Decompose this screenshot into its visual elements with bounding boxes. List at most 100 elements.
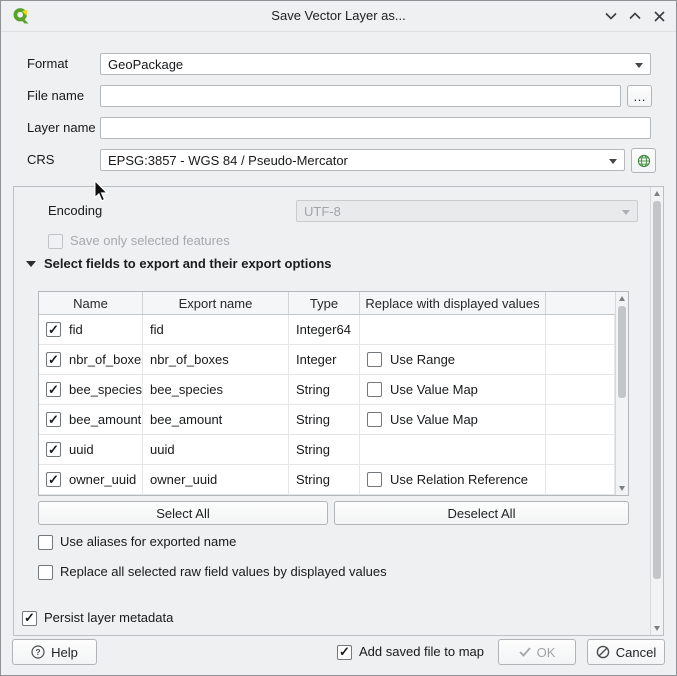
field-type-cell: Integer [289, 345, 360, 374]
field-export-name-cell[interactable]: uuid [143, 435, 289, 464]
add-to-map-label: Add saved file to map [359, 644, 484, 660]
field-name-cell: owner_uuid [39, 465, 143, 494]
replace-option-label: Use Range [390, 352, 455, 367]
window-maximize-button[interactable] [626, 8, 644, 24]
browse-button[interactable]: … [627, 85, 652, 107]
replace-option-checkbox[interactable] [367, 352, 382, 367]
chevron-up-icon [629, 12, 641, 20]
field-name-label: bee_species [69, 382, 142, 397]
field-name-cell: nbr_of_boxes [39, 345, 143, 374]
add-to-map-checkbox[interactable] [337, 645, 352, 660]
cancel-button[interactable]: Cancel [587, 639, 665, 665]
column-header-name[interactable]: Name [39, 292, 143, 314]
field-replace-cell: Use Value Map [360, 405, 546, 434]
replace-raw-checkbox[interactable] [38, 565, 53, 580]
table-row: nbr_of_boxesnbr_of_boxesIntegerUse Range [39, 345, 615, 375]
options-scrollbar[interactable] [650, 187, 663, 635]
replace-option-label: Use Value Map [390, 412, 478, 427]
save-only-selected-checkbox [48, 234, 63, 249]
scroll-up-icon[interactable] [619, 296, 625, 301]
replace-option-checkbox[interactable] [367, 472, 382, 487]
crs-picker-button[interactable] [631, 148, 656, 173]
use-aliases-label: Use aliases for exported name [60, 534, 236, 550]
field-type-cell: String [289, 375, 360, 404]
format-value: GeoPackage [108, 57, 183, 72]
field-checkbox[interactable] [46, 442, 61, 457]
field-name-label: uuid [69, 442, 94, 457]
use-aliases-checkbox[interactable] [38, 535, 53, 550]
fields-table-header: Name Export name Type Replace with displ… [39, 292, 615, 315]
options-scrollbar-thumb[interactable] [653, 201, 661, 579]
field-replace-cell [360, 315, 546, 344]
column-header-type[interactable]: Type [289, 292, 360, 314]
layer-name-input[interactable] [100, 117, 651, 139]
field-name-label: owner_uuid [69, 472, 136, 487]
format-combo[interactable]: GeoPackage [100, 53, 651, 75]
column-header-export-name[interactable]: Export name [143, 292, 289, 314]
svg-text:?: ? [36, 647, 41, 657]
deselect-all-button[interactable]: Deselect All [334, 501, 629, 525]
fields-section-header[interactable]: Select fields to export and their export… [26, 256, 332, 271]
select-all-button[interactable]: Select All [38, 501, 328, 525]
field-name-cell: bee_species [39, 375, 143, 404]
field-filler-cell [546, 315, 615, 344]
table-row: bee_amountbee_amountStringUse Value Map [39, 405, 615, 435]
field-name-label: nbr_of_boxes [69, 352, 143, 367]
cancel-icon [596, 645, 610, 659]
file-name-input[interactable] [100, 85, 621, 107]
window-minimize-button[interactable] [602, 8, 620, 24]
field-name-label: bee_amount [69, 412, 141, 427]
chevron-down-icon [622, 210, 630, 215]
field-checkbox[interactable] [46, 352, 61, 367]
column-header-replace[interactable]: Replace with displayed values [360, 292, 546, 314]
field-name-label: fid [69, 322, 83, 337]
replace-option-checkbox[interactable] [367, 382, 382, 397]
fields-table: Name Export name Type Replace with displ… [38, 291, 629, 496]
layer-name-label: Layer name [27, 117, 96, 139]
field-filler-cell [546, 465, 615, 494]
field-checkbox[interactable] [46, 412, 61, 427]
field-export-name-cell[interactable]: nbr_of_boxes [143, 345, 289, 374]
ok-button[interactable]: OK [498, 639, 576, 665]
field-export-name-cell[interactable]: bee_amount [143, 405, 289, 434]
chevron-down-icon [609, 159, 617, 164]
scroll-up-icon[interactable] [654, 191, 660, 196]
field-checkbox[interactable] [46, 322, 61, 337]
field-name-cell: bee_amount [39, 405, 143, 434]
file-name-label: File name [27, 85, 84, 107]
field-type-cell: String [289, 465, 360, 494]
table-row: fidfidInteger64 [39, 315, 615, 345]
field-replace-cell: Use Relation Reference [360, 465, 546, 494]
field-export-name-cell[interactable]: bee_species [143, 375, 289, 404]
field-type-cell: Integer64 [289, 315, 360, 344]
window-close-button[interactable] [650, 8, 668, 24]
replace-option-checkbox[interactable] [367, 412, 382, 427]
field-filler-cell [546, 345, 615, 374]
field-checkbox[interactable] [46, 472, 61, 487]
fields-section-label: Select fields to export and their export… [44, 256, 332, 271]
help-button[interactable]: ? Help [12, 639, 97, 665]
field-filler-cell [546, 435, 615, 464]
field-type-cell: String [289, 405, 360, 434]
encoding-label: Encoding [48, 200, 102, 222]
use-aliases-checkbox-row[interactable]: Use aliases for exported name [38, 534, 236, 550]
replace-raw-checkbox-row[interactable]: Replace all selected raw field values by… [38, 564, 387, 580]
field-export-name-cell[interactable]: owner_uuid [143, 465, 289, 494]
scroll-down-icon[interactable] [654, 626, 660, 631]
save-vector-layer-dialog: { "window": { "title": "Save Vector Laye… [0, 0, 677, 676]
field-filler-cell [546, 405, 615, 434]
field-checkbox[interactable] [46, 382, 61, 397]
crs-combo[interactable]: EPSG:3857 - WGS 84 / Pseudo-Mercator [100, 149, 625, 171]
field-type-cell: String [289, 435, 360, 464]
window-title: Save Vector Layer as... [1, 1, 676, 31]
table-scrollbar[interactable] [615, 292, 628, 495]
persist-metadata-checkbox-row[interactable]: Persist layer metadata [22, 610, 173, 626]
format-label: Format [27, 53, 68, 75]
replace-option-label: Use Relation Reference [390, 472, 528, 487]
add-to-map-checkbox-row[interactable]: Add saved file to map [337, 644, 484, 660]
persist-metadata-checkbox[interactable] [22, 611, 37, 626]
table-scrollbar-thumb[interactable] [618, 306, 626, 398]
field-export-name-cell[interactable]: fid [143, 315, 289, 344]
scroll-down-icon[interactable] [619, 486, 625, 491]
field-name-cell: uuid [39, 435, 143, 464]
